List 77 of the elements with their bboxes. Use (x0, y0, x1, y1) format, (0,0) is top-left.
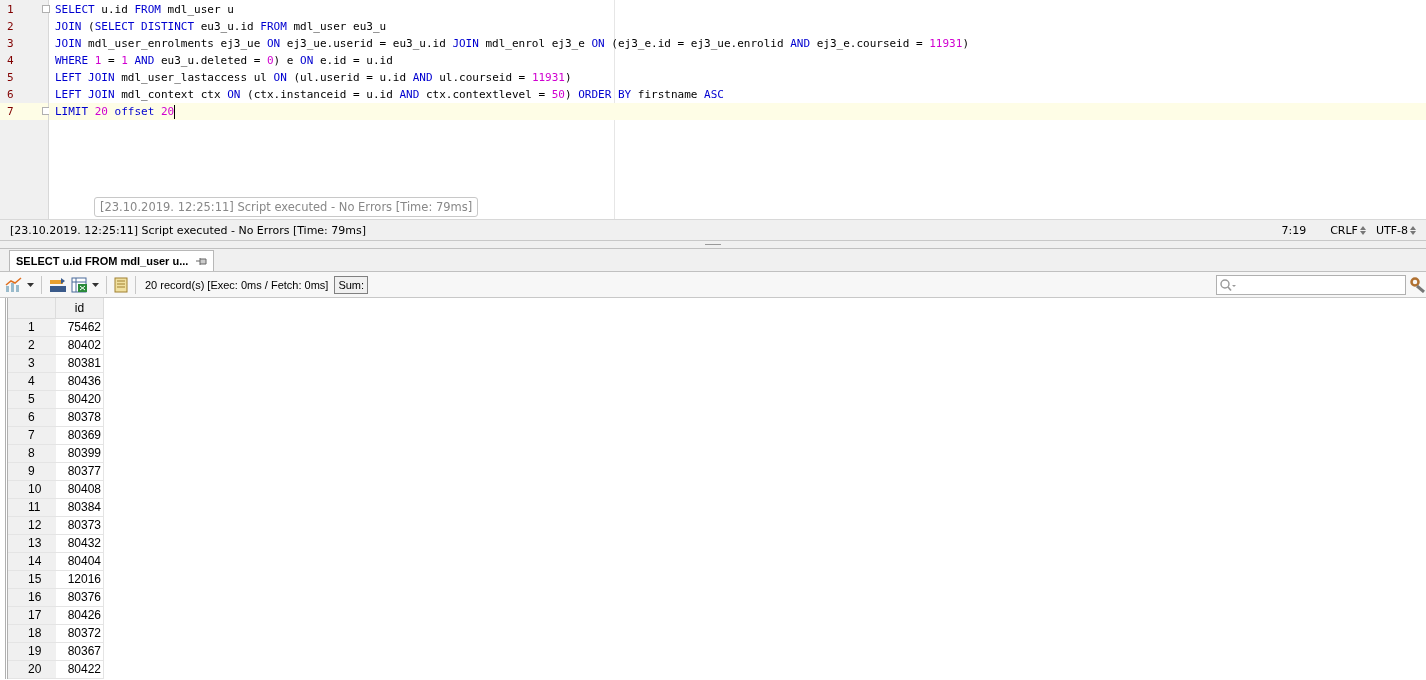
column-header[interactable]: id (56, 298, 104, 319)
table-cell: 80373 (56, 517, 104, 535)
row-number: 2 (8, 337, 56, 355)
row-number: 8 (8, 445, 56, 463)
row-number: 6 (8, 409, 56, 427)
table-cell: 80367 (56, 643, 104, 661)
row-number: 1 (8, 319, 56, 337)
row-number: 4 (8, 373, 56, 391)
row-number: 14 (8, 553, 56, 571)
table-cell: 80378 (56, 409, 104, 427)
table-cell: 80369 (56, 427, 104, 445)
table-cell: 80381 (56, 355, 104, 373)
dropdown-caret-icon[interactable] (92, 282, 99, 287)
text-cursor (174, 104, 176, 119)
line-number: 1 (7, 2, 14, 18)
sql-editor[interactable] (0, 0, 1426, 220)
table-cell: 80402 (56, 337, 104, 355)
fold-marker-icon[interactable] (42, 5, 50, 13)
row-number: 7 (8, 427, 56, 445)
code-line: SELECT u.id FROM mdl_user u (55, 2, 234, 18)
table-cell: 80436 (56, 373, 104, 391)
line-ending-selector[interactable]: CRLF (1330, 223, 1358, 237)
code-line: LEFT JOIN mdl_context ctx ON (ctx.instanceid = u.id AND ctx.contextlevel = 50) ORDER BY firstname ASC (55, 87, 724, 103)
row-number: 13 (8, 535, 56, 553)
encoding-selector[interactable]: UTF-8 (1375, 223, 1408, 237)
table-cell: 75462 (56, 319, 104, 337)
sum-button[interactable]: Sum: (334, 275, 369, 294)
row-number: 15 (8, 571, 56, 589)
updown-arrows-icon[interactable] (1410, 225, 1416, 235)
row-number: 20 (8, 661, 56, 679)
code-line: JOIN mdl_user_enrolments ej3_ue ON ej3_ue.userid = eu3_u.id JOIN mdl_enrol ej3_e ON (ej3_e.id = ej3_ue.enrolid AND ej3_e.courseid = 11931) (55, 36, 969, 52)
code-line: WHERE 1 = 1 AND eu3_u.deleted = 0) e ON e.id = u.id (55, 53, 393, 69)
updown-arrows-icon[interactable] (1359, 225, 1366, 235)
row-number: 9 (8, 463, 56, 481)
line-number: 6 (7, 87, 14, 103)
row-number: 3 (8, 355, 56, 373)
table-cell: 80399 (56, 445, 104, 463)
record-count: 20 record(s) [Exec: 0ms / Fetch: 0ms] (145, 278, 329, 291)
tooltip: [23.10.2019. 12:25:11] Script executed - No Errors [Time: 79ms] (94, 197, 479, 217)
table-cell: 80426 (56, 607, 104, 625)
pin-icon[interactable] (196, 256, 208, 266)
table-cell: 80408 (56, 481, 104, 499)
row-number: 18 (8, 625, 56, 643)
table-cell: 80420 (56, 391, 104, 409)
table-cell: 12016 (56, 571, 104, 589)
table-cell: 80404 (56, 553, 104, 571)
row-number: 12 (8, 517, 56, 535)
cursor-position: 7:19 (1281, 223, 1307, 237)
line-number: 5 (7, 70, 14, 86)
line-number: 7 (7, 104, 14, 120)
spreadsheet-icon[interactable] (71, 276, 88, 293)
table-cell: 80384 (56, 499, 104, 517)
row-number: 5 (8, 391, 56, 409)
table-cell: 80432 (56, 535, 104, 553)
export-icon[interactable] (49, 276, 67, 293)
line-number: 2 (7, 19, 14, 35)
row-number: 11 (8, 499, 56, 517)
code-line: LEFT JOIN mdl_user_lastaccess ul ON (ul.userid = u.id AND ul.courseid = 11931) (55, 70, 572, 86)
row-number: 16 (8, 589, 56, 607)
result-tab[interactable]: SELECT u.id FROM mdl_user u... (9, 250, 215, 271)
line-number: 3 (7, 36, 14, 52)
table-cell: 80372 (56, 625, 104, 643)
search-icon[interactable] (1220, 278, 1236, 291)
search-field[interactable] (1216, 274, 1406, 295)
table-cell: 80376 (56, 589, 104, 607)
code-line: JOIN (SELECT DISTINCT eu3_u.id FROM mdl_user eu3_u (55, 19, 387, 35)
script-icon[interactable] (114, 276, 128, 293)
row-number: 17 (8, 607, 56, 625)
table-cell: 80377 (56, 463, 104, 481)
splitter-grip-icon[interactable] (705, 243, 721, 246)
row-number: 19 (8, 643, 56, 661)
line-number: 4 (7, 53, 14, 69)
status-message: [23.10.2019. 12:25:11] Script executed - No Errors [Time: 79ms] (10, 223, 368, 237)
dropdown-caret-icon[interactable] (27, 282, 34, 287)
code-line: LIMIT 20 offset 20 (55, 104, 175, 120)
row-number: 10 (8, 481, 56, 499)
table-cell: 80422 (56, 661, 104, 679)
